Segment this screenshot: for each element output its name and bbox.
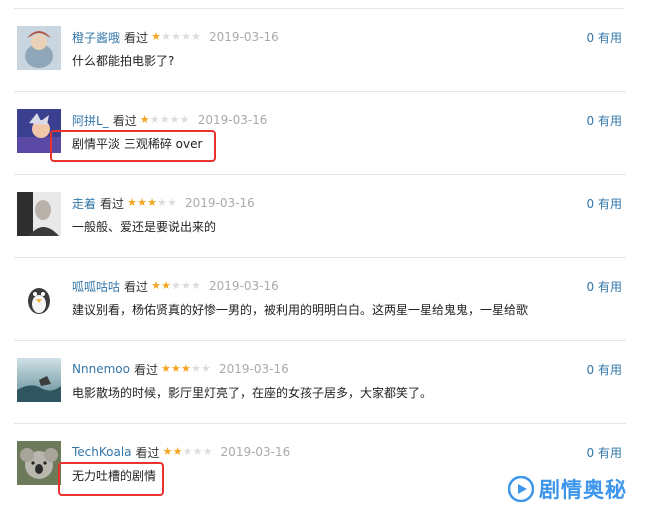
comment-meta: TechKoala 看过 ★ ★ ★ ★ ★ 2019-03-16 <box>72 444 290 460</box>
rating-stars: ★ ★ ★ ★ ★ <box>127 197 177 209</box>
comment-list: 橙子酱哦 看过 ★ ★ ★ ★ ★ 2019-03-16 0 有用 什么都能拍电影了? … <box>14 8 626 507</box>
star-empty-icon: ★ <box>182 445 193 458</box>
comment-meta: 阿拼L_ 看过 ★ ★ ★ ★ ★ 2019-03-16 <box>72 112 267 128</box>
star-empty-icon: ★ <box>202 445 213 458</box>
star-filled-icon: ★ <box>151 279 161 292</box>
watermark: 剧情奥秘 <box>508 474 627 504</box>
star-filled-icon: ★ <box>151 30 161 43</box>
watched-label: 看过 <box>124 279 149 294</box>
star-filled-icon: ★ <box>172 445 183 458</box>
rating-stars: ★ ★ ★ ★ ★ <box>140 114 190 126</box>
watched-label: 看过 <box>124 30 149 45</box>
watched-label: 看过 <box>135 445 160 460</box>
rating-stars: ★ ★ ★ ★ ★ <box>151 280 201 292</box>
star-empty-icon: ★ <box>192 445 203 458</box>
star-empty-icon: ★ <box>167 196 177 209</box>
star-empty-icon: ★ <box>179 113 190 126</box>
star-filled-icon: ★ <box>127 196 137 209</box>
comment-date: 2019-03-16 <box>209 279 279 293</box>
watched-label: 看过 <box>100 196 125 211</box>
rating-stars: ★ ★ ★ ★ ★ <box>161 363 211 375</box>
star-empty-icon: ★ <box>171 279 181 292</box>
comment-item: Nnnemoo 看过 ★ ★ ★ ★ ★ 2019-03-16 0 有用 电影散场的时候… <box>14 341 626 424</box>
comment-item: 呱呱咕咕 看过 ★ ★ ★ ★ ★ 2019-03-16 0 有用 建议别看，杨佑贤真的… <box>14 258 626 341</box>
useful-vote-button[interactable]: 0 有用 <box>587 112 622 129</box>
star-empty-icon: ★ <box>161 30 171 43</box>
username-link[interactable]: 呱呱咕咕 <box>72 278 120 295</box>
username-link[interactable]: Nnnemoo <box>72 362 130 376</box>
highlight-box <box>58 462 164 496</box>
useful-vote-button[interactable]: 0 有用 <box>587 29 622 46</box>
star-filled-icon: ★ <box>181 362 191 375</box>
username-link[interactable]: 走着 <box>72 195 96 212</box>
rating-stars: ★ ★ ★ ★ ★ <box>163 446 213 458</box>
star-filled-icon: ★ <box>147 196 157 209</box>
comment-text: 一般般、爱还是要说出来的 <box>72 220 217 234</box>
star-empty-icon: ★ <box>171 30 181 43</box>
comment-text: 电影散场的时候，影厅里灯亮了，在座的女孩子居多，大家都笑了。 <box>72 386 433 400</box>
star-empty-icon: ★ <box>157 196 167 209</box>
useful-vote-button[interactable]: 0 有用 <box>587 195 622 212</box>
star-filled-icon: ★ <box>161 362 171 375</box>
highlight-box <box>50 130 216 162</box>
comment-meta: 橙子酱哦 看过 ★ ★ ★ ★ ★ 2019-03-16 <box>72 29 279 45</box>
comment-date: 2019-03-16 <box>185 196 255 210</box>
avatar[interactable] <box>17 358 61 402</box>
watched-label: 看过 <box>133 362 158 377</box>
username-link[interactable]: 橙子酱哦 <box>72 29 120 46</box>
comment-text: 建议别看，杨佑贤真的好惨一男的，被利用的明明白白。这两星一星给鬼鬼，一星给歌 <box>72 303 529 317</box>
star-empty-icon: ★ <box>201 362 211 375</box>
username-link[interactable]: TechKoala <box>72 445 132 459</box>
avatar[interactable] <box>17 441 61 485</box>
star-filled-icon: ★ <box>162 445 173 458</box>
useful-vote-button[interactable]: 0 有用 <box>587 361 622 378</box>
star-empty-icon: ★ <box>181 279 191 292</box>
star-filled-icon: ★ <box>161 279 171 292</box>
username-link[interactable]: 阿拼L_ <box>72 112 109 129</box>
watermark-text: 剧情奥秘 <box>539 478 627 502</box>
star-empty-icon: ★ <box>149 113 160 126</box>
comment-date: 2019-03-16 <box>220 445 291 459</box>
comment-meta: Nnnemoo 看过 ★ ★ ★ ★ ★ 2019-03-16 <box>72 361 289 377</box>
star-filled-icon: ★ <box>139 113 150 126</box>
avatar[interactable] <box>17 26 61 70</box>
comment-date: 2019-03-16 <box>197 113 268 127</box>
comment-date: 2019-03-16 <box>218 362 289 376</box>
star-filled-icon: ★ <box>137 196 147 209</box>
star-empty-icon: ★ <box>191 362 201 375</box>
comment-item: 阿拼L_ 看过 ★ ★ ★ ★ ★ 2019-03-16 0 有用 剧情平淡 三观稀碎 … <box>14 92 626 175</box>
useful-vote-button[interactable]: 0 有用 <box>587 444 622 461</box>
star-empty-icon: ★ <box>169 113 180 126</box>
comment-item: 走着 看过 ★ ★ ★ ★ ★ 2019-03-16 0 有用 一般般、爱还是要说出来的 <box>14 175 626 258</box>
comment-text: 什么都能拍电影了? <box>72 54 175 68</box>
avatar[interactable] <box>17 192 61 236</box>
star-filled-icon: ★ <box>171 362 181 375</box>
comment-date: 2019-03-16 <box>209 30 279 44</box>
star-empty-icon: ★ <box>191 30 201 43</box>
avatar[interactable] <box>17 275 61 319</box>
star-empty-icon: ★ <box>159 113 170 126</box>
play-icon <box>508 476 534 502</box>
star-empty-icon: ★ <box>191 279 201 292</box>
watched-label: 看过 <box>112 113 137 128</box>
rating-stars: ★ ★ ★ ★ ★ <box>151 31 201 43</box>
comment-meta: 走着 看过 ★ ★ ★ ★ ★ 2019-03-16 <box>72 195 255 211</box>
comment-meta: 呱呱咕咕 看过 ★ ★ ★ ★ ★ 2019-03-16 <box>72 278 279 294</box>
star-empty-icon: ★ <box>181 30 191 43</box>
comment-item: 橙子酱哦 看过 ★ ★ ★ ★ ★ 2019-03-16 0 有用 什么都能拍电影了? <box>14 9 626 92</box>
useful-vote-button[interactable]: 0 有用 <box>587 278 622 295</box>
